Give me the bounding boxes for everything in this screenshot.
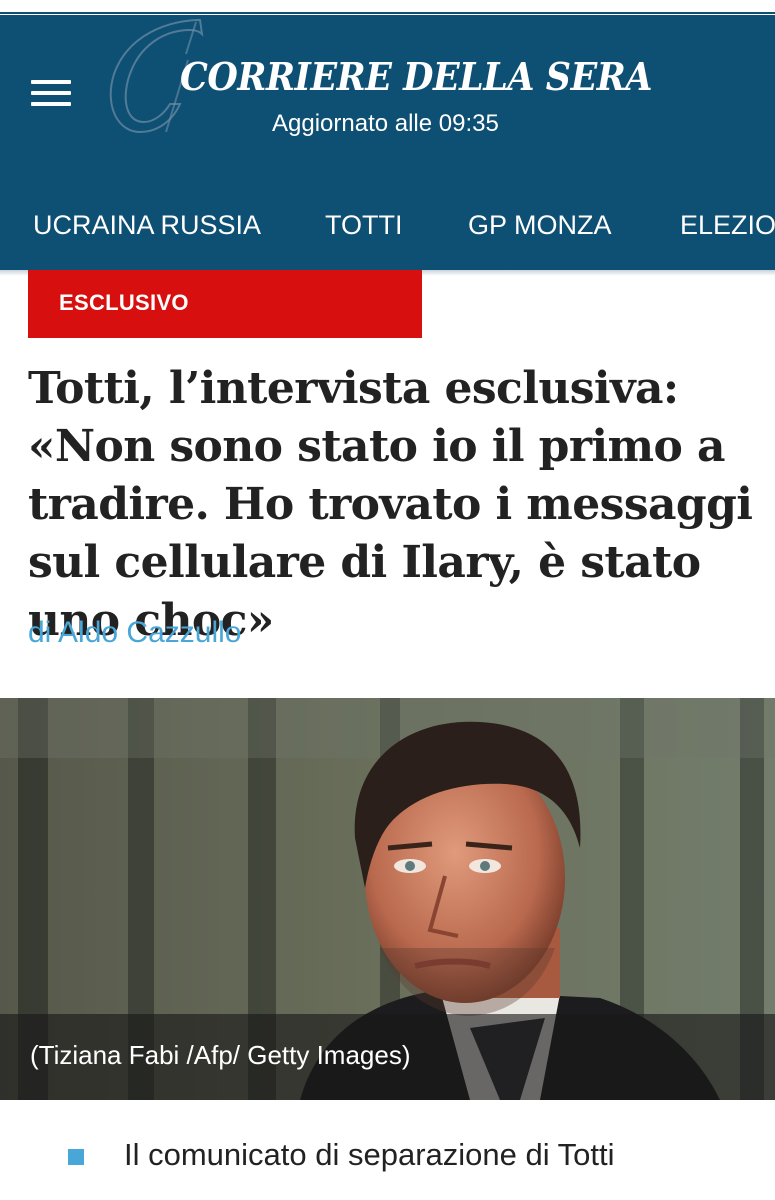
status-strip [0,0,775,12]
brand-title[interactable]: CORRIERE DELLA SERA [180,54,652,99]
related-link[interactable]: Il comunicato di separazione di Totti [124,1137,615,1173]
article-photo: (Tiziana Fabi /Afp/ Getty Images) [0,698,775,1100]
nav-item-elezioni[interactable]: ELEZIO [680,210,775,241]
photo-caption: (Tiziana Fabi /Afp/ Getty Images) [30,1040,411,1070]
exclusive-badge: ESCLUSIVO [28,270,422,338]
topics-nav: UCRAINA RUSSIA TOTTI GP MONZA ELEZIO [0,194,775,264]
site-header: CORRIERE DELLA SERA Aggiornato alle 09:3… [0,12,775,272]
bullet-square-icon [68,1149,84,1165]
related-links: Il comunicato di separazione di Totti [0,1100,775,1200]
nav-item-totti[interactable]: TOTTI [325,210,403,241]
nav-item-gp-monza[interactable]: GP MONZA [468,210,612,241]
badge-label: ESCLUSIVO [59,290,189,315]
author-byline[interactable]: di Aldo Cazzullo [28,616,241,650]
nav-item-ucraina-russia[interactable]: UCRAINA RUSSIA [33,210,261,241]
article-headline: Totti, l’intervista esclusiva: «Non sono… [28,363,753,646]
updated-time: Aggiornato alle 09:35 [272,110,499,137]
hamburger-menu-icon[interactable] [31,78,71,108]
